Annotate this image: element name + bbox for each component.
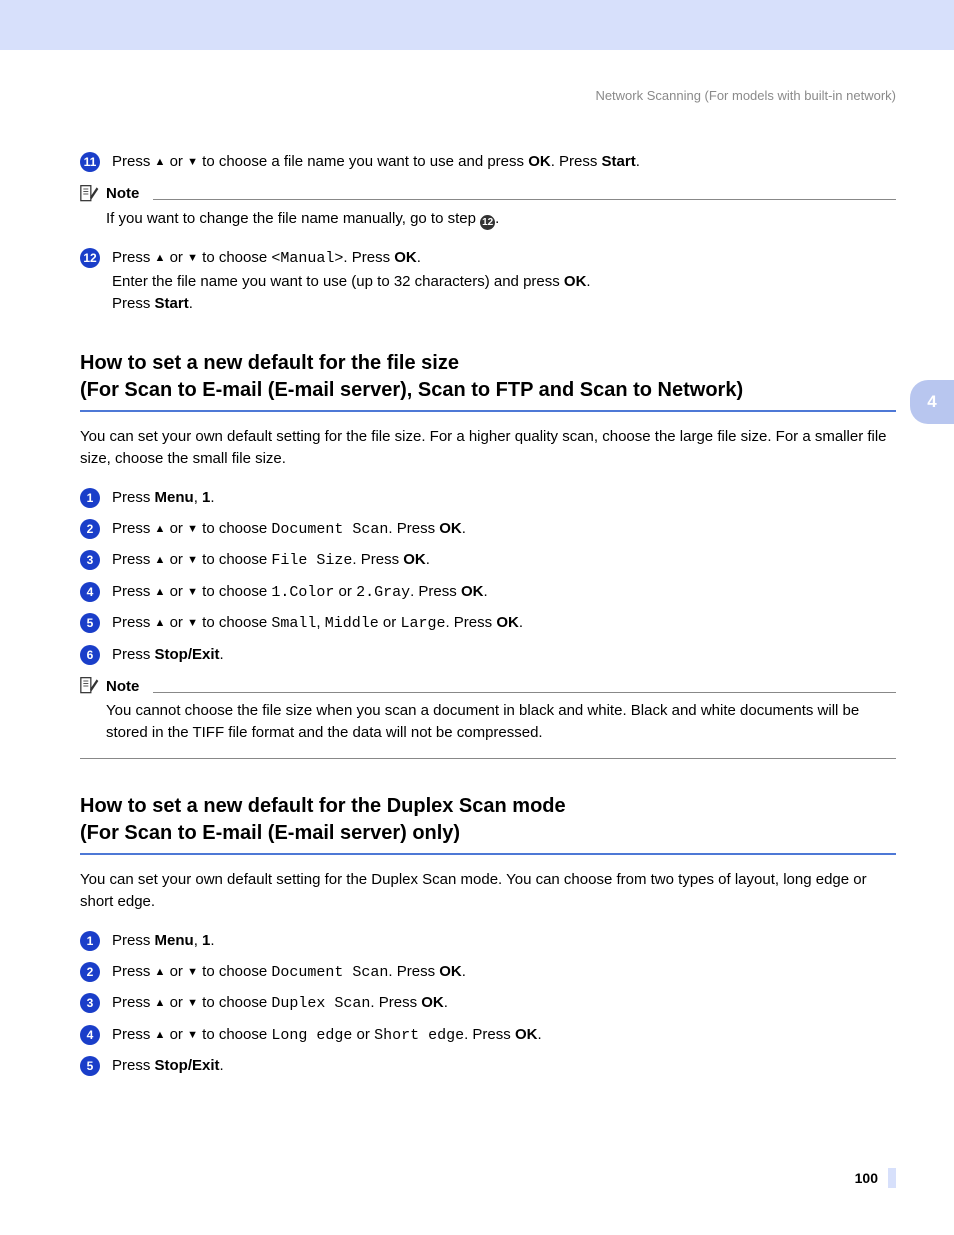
heading-line: How to set a new default for the Duplex …	[80, 795, 566, 817]
note-block: Note If you want to change the file name…	[80, 184, 896, 230]
numbered-step: 5 Press ▲ or ▼ to choose Small, Middle or…	[80, 612, 896, 636]
note-rule	[153, 199, 896, 200]
step-list: 1 Press Menu, 1. 2 Press ▲ or ▼ to choose D…	[80, 487, 896, 666]
step-text: Press ▲ or ▼ to choose <Manual>. Press O…	[112, 247, 591, 316]
step-ref-badge: 12	[480, 215, 495, 230]
heading-line: (For Scan to E-mail (E-mail server) only…	[80, 822, 460, 844]
numbered-step: 5 Press Stop/Exit.	[80, 1055, 896, 1078]
step-number-badge: 3	[80, 993, 100, 1013]
note-rule	[153, 692, 896, 693]
step-number-badge: 4	[80, 582, 100, 602]
page-number: 100	[80, 1168, 896, 1188]
numbered-step: 2 Press ▲ or ▼ to choose Document Scan. P…	[80, 518, 896, 542]
step-number-badge: 1	[80, 931, 100, 951]
numbered-step: 11 Press ▲ or ▼ to choose a file name yo…	[80, 151, 896, 174]
section-heading: How to set a new default for the Duplex …	[80, 793, 896, 847]
note-block: Note You cannot choose the file size whe…	[80, 676, 896, 759]
note-body: If you want to change the file name manu…	[106, 208, 896, 230]
step-text: Press Menu, 1.	[112, 930, 215, 953]
step-text: Press ▲ or ▼ to choose 1.Color or 2.Gray…	[112, 581, 488, 605]
paragraph: You can set your own default setting for…	[80, 869, 896, 913]
step-list: 1 Press Menu, 1. 2 Press ▲ or ▼ to choose D…	[80, 930, 896, 1078]
note-label: Note	[106, 185, 147, 202]
step-text: Press ▲ or ▼ to choose Document Scan. Pr…	[112, 961, 466, 985]
step-number-badge: 5	[80, 1056, 100, 1076]
step-text: Press ▲ or ▼ to choose File Size. Press …	[112, 549, 430, 573]
step-number-badge: 1	[80, 488, 100, 508]
step-text: Press ▲ or ▼ to choose a file name you w…	[112, 151, 640, 174]
note-label: Note	[106, 678, 147, 695]
running-header: Network Scanning (For models with built-…	[80, 88, 896, 103]
section-rule	[80, 853, 896, 855]
numbered-step: 3 Press ▲ or ▼ to choose Duplex Scan. Pre…	[80, 992, 896, 1016]
top-band	[0, 0, 954, 50]
numbered-step: 4 Press ▲ or ▼ to choose Long edge or Sho…	[80, 1024, 896, 1048]
step-number-badge: 3	[80, 550, 100, 570]
section-heading: How to set a new default for the file si…	[80, 350, 896, 404]
numbered-step: 6 Press Stop/Exit.	[80, 644, 896, 667]
paragraph: You can set your own default setting for…	[80, 426, 896, 470]
numbered-step: 4 Press ▲ or ▼ to choose 1.Color or 2.Gra…	[80, 581, 896, 605]
numbered-step: 3 Press ▲ or ▼ to choose File Size. Press…	[80, 549, 896, 573]
step-number-badge: 6	[80, 645, 100, 665]
section-rule	[80, 410, 896, 412]
step-text: Press Stop/Exit.	[112, 644, 224, 667]
heading-line: How to set a new default for the file si…	[80, 352, 459, 374]
numbered-step: 2 Press ▲ or ▼ to choose Document Scan. P…	[80, 961, 896, 985]
step-number-badge: 11	[80, 152, 100, 172]
note-body: You cannot choose the file size when you…	[106, 700, 896, 744]
note-pencil-icon	[80, 676, 100, 696]
page-body: 4 Network Scanning (For models with buil…	[0, 50, 954, 1228]
step-text: Press Stop/Exit.	[112, 1055, 224, 1078]
chapter-tab: 4	[910, 380, 954, 424]
step-number-badge: 2	[80, 962, 100, 982]
step-text: Press ▲ or ▼ to choose Long edge or Shor…	[112, 1024, 542, 1048]
step-number-badge: 12	[80, 248, 100, 268]
step-number-badge: 4	[80, 1025, 100, 1045]
step-text: Press ▲ or ▼ to choose Document Scan. Pr…	[112, 518, 466, 542]
step-text: Press ▲ or ▼ to choose Duplex Scan. Pres…	[112, 992, 448, 1016]
numbered-step: 12 Press ▲ or ▼ to choose <Manual>. Pres…	[80, 247, 896, 316]
step-number-badge: 5	[80, 613, 100, 633]
numbered-step: 1 Press Menu, 1.	[80, 487, 896, 510]
heading-line: (For Scan to E-mail (E-mail server), Sca…	[80, 379, 743, 401]
step-number-badge: 2	[80, 519, 100, 539]
note-pencil-icon	[80, 184, 100, 204]
step-text: Press ▲ or ▼ to choose Small, Middle or …	[112, 612, 523, 636]
numbered-step: 1 Press Menu, 1.	[80, 930, 896, 953]
step-text: Press Menu, 1.	[112, 487, 215, 510]
